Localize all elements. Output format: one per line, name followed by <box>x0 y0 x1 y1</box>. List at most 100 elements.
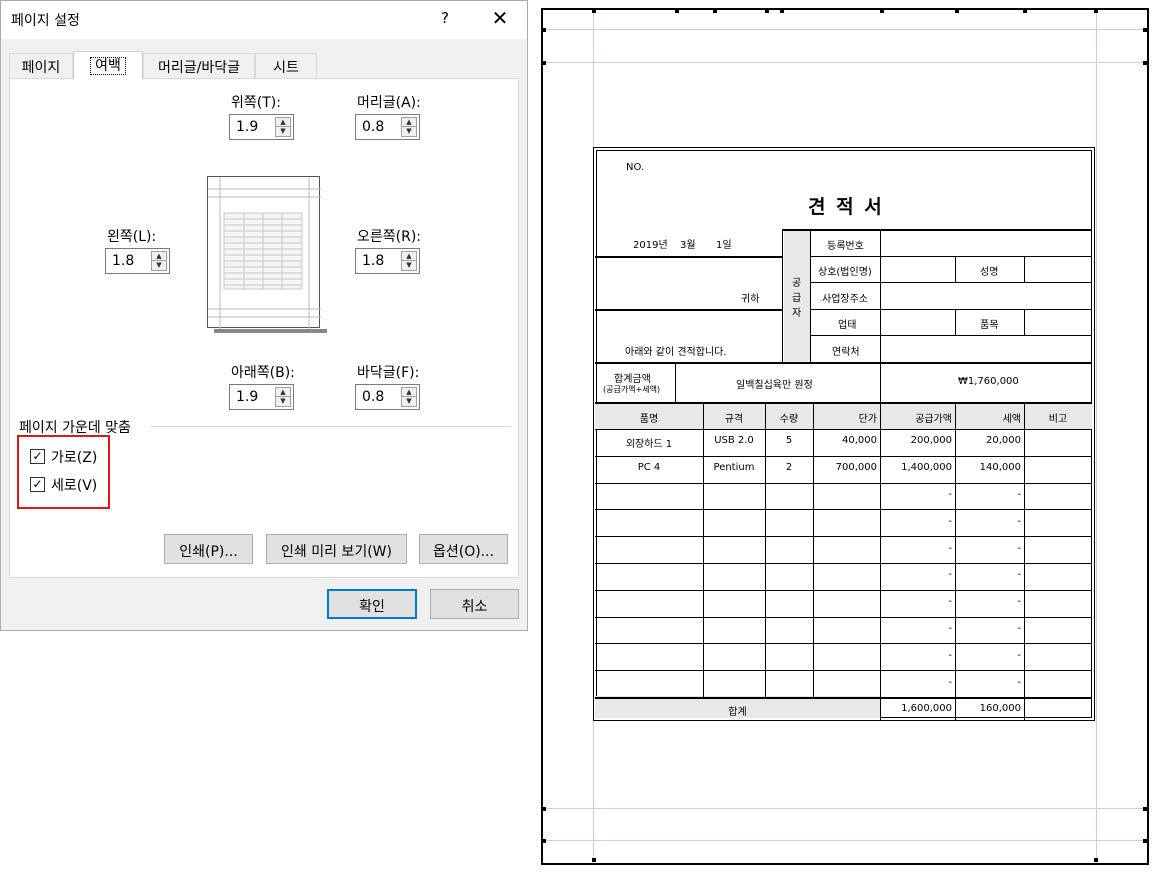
margin-handle[interactable] <box>1143 839 1147 843</box>
spin-buttons[interactable]: ▲ ▼ <box>275 117 291 137</box>
spin-down-icon[interactable]: ▼ <box>402 397 416 406</box>
spin-up-icon[interactable]: ▲ <box>276 118 290 127</box>
spin-down-icon[interactable]: ▼ <box>402 127 416 136</box>
margin-handle[interactable] <box>1143 807 1147 811</box>
margin-handle[interactable] <box>1094 9 1098 13</box>
date-day: 1일 <box>716 240 732 251</box>
table-cell: 40,000 <box>842 435 877 447</box>
margin-handle[interactable] <box>542 28 546 32</box>
date-month: 3월 <box>680 240 696 251</box>
rule <box>595 309 783 311</box>
header-margin-spinner[interactable]: 0.8 ▲ ▼ <box>355 114 420 140</box>
margin-handle[interactable] <box>880 9 884 13</box>
ok-button[interactable]: 확인 <box>327 589 417 619</box>
bottom-margin-guide[interactable] <box>543 808 1147 809</box>
rule <box>595 563 1092 564</box>
top-margin-spinner[interactable]: 1.9 ▲ ▼ <box>229 114 294 140</box>
spin-buttons[interactable]: ▲ ▼ <box>401 387 417 407</box>
table-cell: - <box>1017 596 1021 608</box>
margin-handle[interactable] <box>780 9 784 13</box>
spin-down-icon[interactable]: ▼ <box>152 261 166 270</box>
top-margin-guide[interactable] <box>543 62 1147 63</box>
spin-up-icon[interactable]: ▲ <box>402 388 416 397</box>
margin-handle[interactable] <box>542 807 546 811</box>
rule <box>595 643 1092 645</box>
spin-up-icon[interactable]: ▲ <box>402 252 416 261</box>
left-margin-value[interactable]: 1.8 <box>112 253 134 269</box>
margin-handle[interactable] <box>1143 61 1147 65</box>
table-cell: - <box>948 676 952 688</box>
right-margin-guide[interactable] <box>1096 10 1097 863</box>
spin-down-icon[interactable]: ▼ <box>402 261 416 270</box>
footer-margin-spinner[interactable]: 0.8 ▲ ▼ <box>355 384 420 410</box>
footer-margin-value[interactable]: 0.8 <box>362 389 384 405</box>
table-cell: - <box>1017 515 1021 527</box>
rule <box>1024 404 1025 697</box>
supplier-label-char: 자 <box>792 308 802 319</box>
spin-down-icon[interactable]: ▼ <box>276 127 290 136</box>
tab-margins[interactable]: 여백 <box>73 51 143 80</box>
right-margin-value[interactable]: 1.8 <box>362 253 384 269</box>
table-cell: - <box>1017 676 1021 688</box>
print-button[interactable]: 인쇄(P)... <box>164 534 253 564</box>
margin-handle[interactable] <box>542 839 546 843</box>
spin-up-icon[interactable]: ▲ <box>402 118 416 127</box>
right-margin-spinner[interactable]: 1.8 ▲ ▼ <box>355 248 420 274</box>
margin-handle[interactable] <box>542 61 546 65</box>
rule <box>880 699 881 721</box>
top-margin-value[interactable]: 1.9 <box>236 119 258 135</box>
tab-sheet[interactable]: 시트 <box>255 53 317 79</box>
rule <box>595 697 1092 699</box>
spin-buttons[interactable]: ▲ ▼ <box>275 387 291 407</box>
field-contact: 연락처 <box>832 347 860 358</box>
total-amount: ₩1,760,000 <box>958 376 1019 387</box>
rule <box>595 362 1092 364</box>
left-margin-spinner[interactable]: 1.8 ▲ ▼ <box>105 248 170 274</box>
spin-down-icon[interactable]: ▼ <box>276 397 290 406</box>
margin-handle[interactable] <box>955 9 959 13</box>
margin-handle[interactable] <box>592 858 596 862</box>
cancel-button[interactable]: 취소 <box>430 589 519 619</box>
rule <box>595 536 1092 538</box>
bottom-margin-spinner[interactable]: 1.9 ▲ ▼ <box>229 384 294 410</box>
header-margin-value[interactable]: 0.8 <box>362 119 384 135</box>
spin-up-icon[interactable]: ▲ <box>276 388 290 397</box>
total-in-words: 일백칠십육만 원정 <box>736 380 813 391</box>
bottom-margin-label: 아래쪽(B): <box>231 365 295 381</box>
tab-header-footer[interactable]: 머리글/바닥글 <box>143 53 255 79</box>
options-button[interactable]: 옵션(O)... <box>419 534 508 564</box>
margin-handle[interactable] <box>675 9 679 13</box>
spin-up-icon[interactable]: ▲ <box>152 252 166 261</box>
spin-buttons[interactable]: ▲ ▼ <box>401 251 417 271</box>
spin-buttons[interactable]: ▲ ▼ <box>151 251 167 271</box>
tab-page[interactable]: 페이지 <box>9 53 73 79</box>
margin-handle[interactable] <box>765 9 769 13</box>
spin-buttons[interactable]: ▲ ▼ <box>401 117 417 137</box>
rule <box>1024 309 1025 335</box>
close-icon[interactable]: ✕ <box>485 6 515 30</box>
table-cell: 1,400,000 <box>901 462 952 474</box>
margin-handle[interactable] <box>592 9 596 13</box>
rule <box>595 256 783 258</box>
bottom-margin-value[interactable]: 1.9 <box>236 389 258 405</box>
horizontal-center-label[interactable]: 가로(Z) <box>51 447 97 467</box>
margin-handle[interactable] <box>1023 9 1027 13</box>
rule <box>880 229 881 362</box>
table-cell: - <box>948 569 952 581</box>
print-preview-button[interactable]: 인쇄 미리 보기(W) <box>266 534 407 564</box>
footer-guide[interactable] <box>543 840 1147 841</box>
margin-handle[interactable] <box>1143 28 1147 32</box>
vertical-center-checkbox[interactable]: ✓ <box>30 477 45 492</box>
help-icon[interactable]: ? <box>438 9 452 27</box>
table-header-cell: 세액 <box>1002 413 1021 425</box>
table-cell: - <box>1017 569 1021 581</box>
header-guide[interactable] <box>543 29 1147 30</box>
left-margin-label: 왼쪽(L): <box>107 229 157 245</box>
table-cell: - <box>948 596 952 608</box>
doc-title: 견 적 서 <box>808 196 884 218</box>
horizontal-center-checkbox[interactable]: ✓ <box>30 449 45 464</box>
margin-handle[interactable] <box>713 9 717 13</box>
margin-handle[interactable] <box>1094 858 1098 862</box>
page-setup-dialog: 페이지 설정 ? ✕ 페이지 여백 머리글/바닥글 시트 위쪽(T): 1.9 … <box>0 0 528 631</box>
vertical-center-label[interactable]: 세로(V) <box>51 475 97 495</box>
